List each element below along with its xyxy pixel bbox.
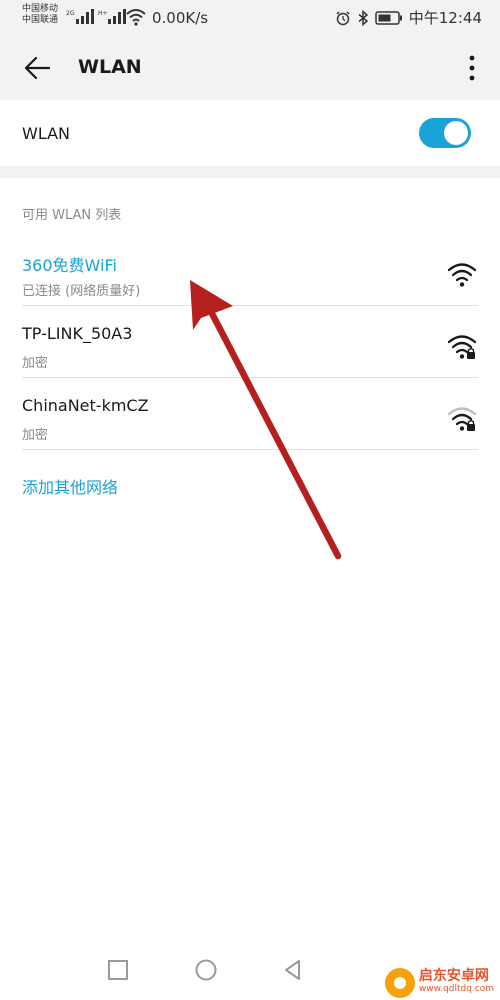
carrier-info: 中国移动 中国联通 (22, 4, 58, 26)
wlan-switch-row[interactable]: WLAN (0, 100, 500, 166)
section-gap (0, 166, 500, 178)
divider (22, 377, 478, 378)
status-right: 中午12:44 (335, 7, 482, 28)
wifi-signal-medium-locked-icon (448, 407, 476, 431)
watermark: 启东安卓网 www.qdltdq.com (384, 968, 494, 998)
divider (22, 305, 478, 306)
carrier-1: 中国移动 (22, 4, 59, 14)
network-name: ChinaNet-kmCZ (22, 396, 149, 415)
watermark-url: www.qdltdq.com (418, 984, 494, 994)
wifi-status-icon (126, 9, 146, 26)
back-nav-icon[interactable] (281, 958, 305, 982)
wlan-switch-label: WLAN (22, 124, 71, 143)
watermark-title: 启东安卓网 (418, 968, 489, 984)
network-name: 360免费WiFi (22, 256, 117, 275)
home-icon[interactable] (194, 958, 218, 982)
recent-apps-icon[interactable] (106, 958, 130, 982)
carrier-2: 中国联通 (22, 15, 59, 25)
more-options-icon[interactable] (464, 52, 480, 84)
add-other-network-link[interactable]: 添加其他网络 (22, 474, 118, 498)
bluetooth-icon (358, 9, 368, 26)
battery-icon (375, 10, 402, 25)
watermark-logo-icon (384, 968, 415, 998)
signal-2-icon: H+ (98, 9, 126, 24)
network-status: 加密 (22, 428, 49, 443)
signal-1-icon: 2G (66, 9, 94, 24)
status-bar: 中国移动 中国联通 2G H+ 0.00K/s 中午12:44 (0, 0, 500, 36)
svg-text:H+: H+ (98, 10, 108, 17)
network-status: 加密 (22, 356, 49, 371)
wifi-signal-locked-icon (448, 335, 476, 359)
divider (22, 449, 478, 450)
toggle-knob (444, 121, 468, 145)
app-bar: WLAN (0, 36, 500, 100)
network-item[interactable]: TP-LINK_50A3 加密 (0, 312, 500, 384)
network-item[interactable]: 360免费WiFi 已连接 (网络质量好) (0, 240, 500, 312)
clock: 中午12:44 (408, 9, 482, 27)
network-item[interactable]: ChinaNet-kmCZ 加密 (0, 384, 500, 456)
section-title: 可用 WLAN 列表 (22, 208, 122, 223)
svg-text:2G: 2G (66, 10, 75, 17)
network-status: 已连接 (网络质量好) (22, 284, 141, 299)
wlan-toggle[interactable] (419, 118, 471, 148)
network-list-card: 可用 WLAN 列表 360免费WiFi 已连接 (网络质量好) TP-LINK… (0, 178, 500, 1000)
page-title: WLAN (78, 56, 142, 78)
network-speed: 0.00K/s (152, 9, 209, 27)
network-name: TP-LINK_50A3 (22, 324, 133, 343)
wifi-signal-full-icon (448, 263, 476, 287)
alarm-icon (336, 10, 350, 25)
back-arrow-icon[interactable] (22, 52, 54, 84)
